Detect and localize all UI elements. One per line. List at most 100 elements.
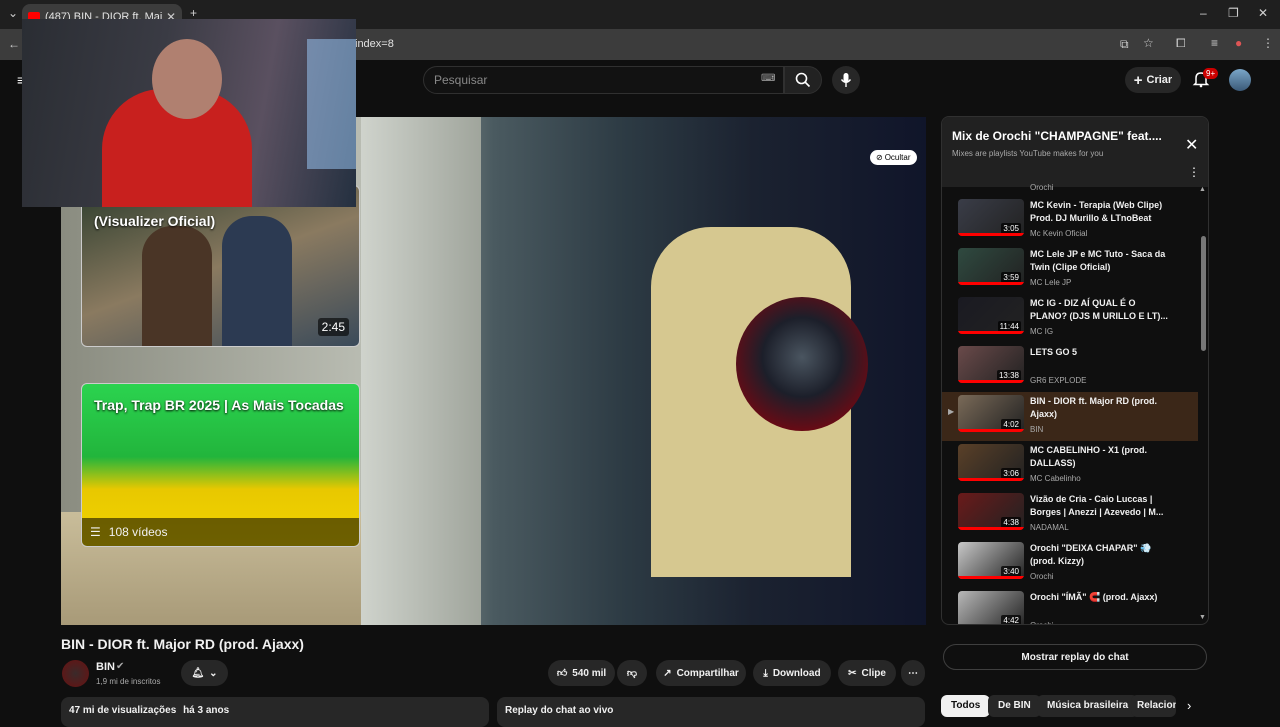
hide-button[interactable]: ⊘ Ocultar (870, 150, 917, 165)
playlist-item[interactable]: 4:42 Orochi "ÍMÃ" 🧲 (prod. Ajaxx) Orochi (942, 588, 1198, 624)
playlist-item[interactable]: 3:06 MC CABELINHO - X1 (prod. DALLASS) MC … (942, 441, 1198, 490)
playlist-item-channel: MC Cabelinho (1030, 474, 1081, 483)
webcam-overlay (22, 19, 356, 207)
plus-icon: + (1133, 71, 1143, 89)
create-button[interactable]: + Criar (1125, 67, 1181, 93)
playlist-item[interactable]: 3:40 Orochi "DEIXA CHAPAR" 💨 (prod. Kizzy… (942, 539, 1198, 588)
channel-avatar[interactable] (62, 660, 89, 687)
now-playing-icon: ▶ (948, 407, 955, 416)
video-title: BIN - DIOR ft. Major RD (prod. Ajaxx) (61, 636, 304, 652)
subscriber-count: 1,9 mi de inscritos (96, 677, 161, 686)
end-screen-playlist-card[interactable]: Trap, Trap BR 2025 | As Mais Tocadas ☰ 1… (81, 383, 360, 547)
playlist-item[interactable]: 4:38 Vizão de Cria - Caio Luccas | Borges… (942, 490, 1198, 539)
thumbs-up-icon: 👍︎ (556, 668, 568, 679)
playlist-title[interactable]: Mix de Orochi "CHAMPAGNE" feat.... (952, 129, 1162, 143)
playlist-item-channel: NADAMAL (1030, 523, 1069, 532)
chip-all[interactable]: Todos (941, 695, 991, 717)
clip-label: Clipe (861, 667, 886, 679)
playlist-item[interactable]: ▶ 4:02 BIN - DIOR ft. Major RD (prod. Ajax… (942, 392, 1198, 441)
scroll-up-icon[interactable]: ▲ (1199, 186, 1206, 193)
url-text[interactable]: index=8 (355, 38, 394, 50)
download-button[interactable]: ⤓ Download (753, 660, 831, 686)
playlist-icon: ☰ (90, 525, 101, 539)
playlist-item-title: Vizão de Cria - Caio Luccas | Borges | A… (1030, 494, 1164, 517)
reading-list-icon[interactable]: ≡ (1211, 36, 1218, 50)
search-input[interactable]: Pesquisar (423, 66, 784, 94)
clip-button[interactable]: ✂ Clipe (838, 660, 896, 686)
description-box[interactable]: 47 mi de visualizações há 3 anos (61, 697, 489, 727)
watched-progress-bar (958, 576, 1024, 579)
search-icon (795, 72, 811, 88)
card-duration: 2:45 (317, 318, 349, 336)
playlist-item-title: MC IG - DIZ AÍ QUAL É O PLANO? (DJS M UR… (1030, 298, 1168, 321)
playlist-item[interactable]: 11:44 MC IG - DIZ AÍ QUAL É O PLANO? (DJS… (942, 294, 1198, 343)
keyboard-icon[interactable]: ⌨ (761, 73, 775, 84)
install-icon[interactable]: ⧉ (1120, 37, 1129, 52)
playlist-item-channel: MC Lele JP (1030, 278, 1072, 287)
playlist-item-channel: Mc Kevin Oficial (1030, 229, 1088, 238)
view-count: 47 mi de visualizações (69, 705, 177, 716)
playlist-item-thumbnail: 4:38 (958, 493, 1024, 530)
playlist-count-bar: ☰ 108 vídeos (82, 518, 359, 546)
bell-icon: 🔔︎ (191, 667, 205, 679)
notification-badge: 9+ (1203, 68, 1219, 79)
playlist-item-thumbnail: 3:05 (958, 199, 1024, 236)
show-chat-replay-button[interactable]: Mostrar replay do chat (943, 644, 1207, 670)
end-screen-channel-avatar[interactable] (736, 297, 868, 431)
subscribe-bell-button[interactable]: 🔔︎ ⌄ (181, 660, 228, 686)
bookmark-star-icon[interactable]: ☆ (1143, 36, 1154, 50)
playlist-item-title: Orochi "ÍMÃ" 🧲 (prod. Ajaxx) (1030, 592, 1158, 602)
playlist-item-channel: MC IG (1030, 327, 1054, 336)
playlist-item-channel: BIN (1030, 425, 1044, 434)
tab-search-icon[interactable]: ⌄ (8, 6, 18, 20)
extensions-icon[interactable]: ⧠ (1176, 36, 1186, 51)
new-tab-icon[interactable]: + (190, 6, 197, 20)
playlist-item-title: MC Kevin - Terapia (Web Clipe) Prod. DJ … (1030, 200, 1163, 223)
close-icon[interactable]: ✕ (1185, 135, 1198, 155)
search-button[interactable] (784, 66, 822, 94)
restore-icon[interactable]: ❐ (1228, 6, 1239, 20)
chevron-right-icon[interactable]: › (1187, 698, 1191, 713)
hide-label: Ocultar (884, 153, 911, 162)
like-button[interactable]: 👍︎ 540 mil (548, 660, 615, 686)
chevron-down-icon: ⌄ (209, 667, 218, 679)
playlist-item-title: Orochi "DEIXA CHAPAR" 💨 (prod. Kizzy) (1030, 543, 1152, 566)
share-button[interactable]: ↗ Compartilhar (656, 660, 746, 686)
share-icon: ↗ (663, 667, 672, 679)
playlist-scrollbar[interactable] (1201, 236, 1206, 351)
scroll-down-icon[interactable]: ▼ (1199, 614, 1206, 621)
back-arrow-icon[interactable]: ← (8, 37, 20, 51)
playlist-item-thumbnail: 11:44 (958, 297, 1024, 334)
window-close-icon[interactable]: ✕ (1258, 6, 1268, 20)
dislike-button[interactable]: 👎︎ (617, 660, 647, 686)
playlist-item[interactable]: 13:38 LETS GO 5 GR6 EXPLODE (942, 343, 1198, 392)
playlist-item[interactable]: 3:59 MC Lele JP e MC Tuto - Saca da Twin … (942, 245, 1198, 294)
card-figure (142, 226, 212, 346)
chip-from-bin[interactable]: De BIN (988, 695, 1041, 717)
playlist-item[interactable]: 3:05 MC Kevin - Terapia (Web Clipe) Prod.… (942, 196, 1198, 245)
more-vert-icon[interactable]: ⋮ (1188, 165, 1200, 179)
chip-brazilian-music[interactable]: Música brasileira (1037, 695, 1139, 717)
end-screen-video-card[interactable]: (Visualizer Oficial) 2:45 (81, 185, 360, 347)
card-title: (Visualizer Oficial) (94, 213, 216, 229)
more-actions-button[interactable]: ⋯ (901, 660, 925, 686)
playlist-item-channel: Orochi (1030, 621, 1054, 624)
playlist-header: Mix de Orochi "CHAMPAGNE" feat.... Mixes… (942, 117, 1208, 187)
create-label: Criar (1146, 74, 1173, 86)
webcam-light (307, 39, 356, 169)
verified-icon: ✔ (116, 661, 125, 672)
channel-name[interactable]: BIN (96, 661, 115, 673)
playlist-item-thumbnail: 3:40 (958, 542, 1024, 579)
download-icon: ⤓ (763, 667, 768, 679)
voice-search-button[interactable] (832, 66, 860, 94)
user-avatar[interactable] (1229, 69, 1251, 91)
browser-menu-icon[interactable]: ⋮ (1262, 36, 1274, 50)
minimize-icon[interactable]: – (1200, 6, 1207, 20)
playlist-item-thumbnail: 3:06 (958, 444, 1024, 481)
playlist-item-channel: GR6 EXPLODE (1030, 376, 1087, 385)
wall-highlight (361, 117, 481, 625)
mix-playlist-panel: Mix de Orochi "CHAMPAGNE" feat.... Mixes… (941, 116, 1209, 625)
chat-replay-box[interactable]: Replay do chat ao vivo (497, 697, 925, 727)
profile-icon[interactable]: ● (1235, 36, 1242, 50)
chip-related[interactable]: Relacion (1131, 695, 1176, 717)
